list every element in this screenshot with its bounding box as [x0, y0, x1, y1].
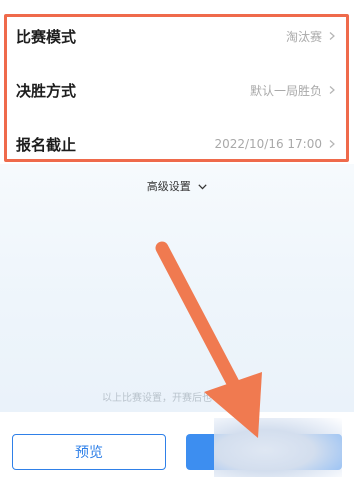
settings-row-decision[interactable]: 决胜方式 默认一局胜负: [0, 66, 354, 114]
row-value: 2022/10/16 17:00: [214, 137, 322, 151]
top-strip: [0, 0, 354, 12]
advanced-settings-toggle[interactable]: 高级设置: [0, 178, 354, 194]
row-value-wrap: 2022/10/16 17:00: [214, 137, 336, 151]
background-area: [0, 164, 354, 412]
row-label: 报名截止: [16, 135, 77, 154]
row-value-wrap: 淘汰赛: [286, 28, 336, 45]
chevron-down-icon: [198, 184, 207, 190]
row-value: 默认一局胜负: [249, 83, 322, 98]
chevron-right-icon: [329, 86, 335, 94]
row-label: 比赛模式: [16, 27, 77, 46]
row-label: 决胜方式: [16, 81, 77, 100]
settings-notice: 以上比赛设置，开赛后也可以修改: [102, 393, 252, 404]
settings-card: 比赛模式 淘汰赛 决胜方式 默认一局胜负 报名截止 2022/10/16 17:…: [0, 12, 354, 164]
preview-button[interactable]: 预览: [12, 434, 166, 470]
blurred-overlay: [214, 418, 342, 477]
row-value-wrap: 默认一局胜负: [250, 82, 336, 99]
chevron-right-icon: [329, 140, 335, 148]
chevron-right-icon: [329, 32, 335, 40]
advanced-settings-label: 高级设置: [146, 180, 191, 193]
row-value: 淘汰赛: [285, 29, 322, 44]
settings-row-deadline[interactable]: 报名截止 2022/10/16 17:00: [0, 120, 354, 168]
settings-row-match-mode[interactable]: 比赛模式 淘汰赛: [0, 12, 354, 60]
